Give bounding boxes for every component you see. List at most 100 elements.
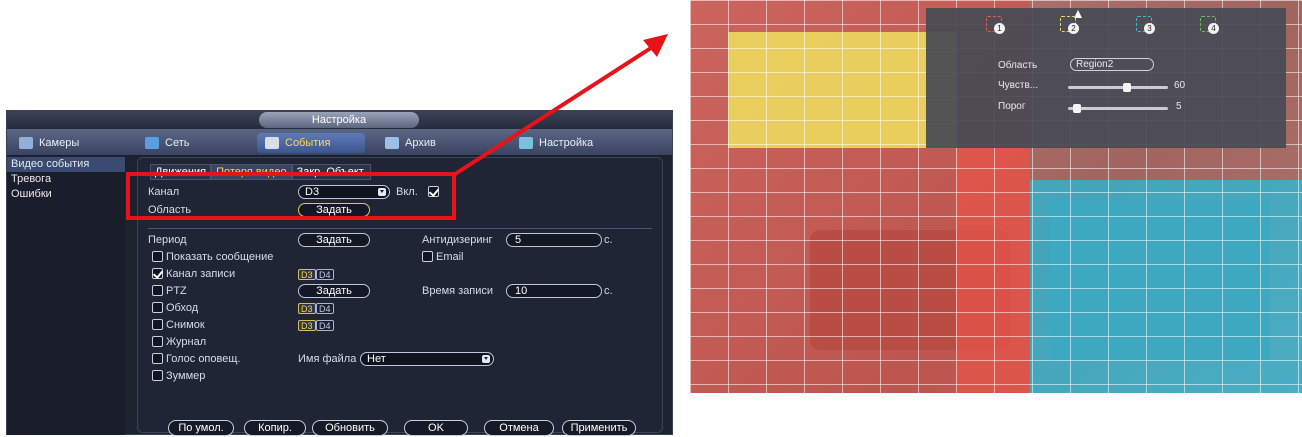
region-label: Область xyxy=(998,60,1038,71)
nav-cameras[interactable]: Камеры xyxy=(11,133,87,153)
show-message-option[interactable]: Показать сообщение xyxy=(152,251,273,264)
log-option[interactable]: Журнал xyxy=(152,336,206,349)
snapshot-option[interactable]: Снимок xyxy=(152,319,205,332)
tab-motion[interactable]: Движения xyxy=(150,164,212,180)
events-icon xyxy=(265,137,279,149)
sensitivity-slider[interactable] xyxy=(1068,83,1168,92)
threshold-knob[interactable] xyxy=(1072,104,1081,113)
ptz-checkbox[interactable] xyxy=(152,285,163,296)
record-channel-d4[interactable]: D4 xyxy=(316,269,334,280)
channel-label: Канал xyxy=(148,186,180,198)
region-number: 4 xyxy=(1208,23,1219,34)
anti-dither-label: Антидизеринг xyxy=(422,234,493,246)
channel-select[interactable]: D3 xyxy=(298,185,390,199)
buzzer-option[interactable]: Зуммер xyxy=(152,370,205,383)
nav-settings[interactable]: Настройка xyxy=(511,133,601,153)
file-name-value: Нет xyxy=(367,353,386,365)
apply-button[interactable]: Применить xyxy=(562,420,636,436)
ptz-option[interactable]: PTZ xyxy=(152,285,187,298)
screenshot-stage: Настройка Камеры Сеть События Архив Наст… xyxy=(0,0,1302,437)
ptz-label: PTZ xyxy=(166,285,187,297)
ok-button[interactable]: OK xyxy=(404,420,468,436)
sensitivity-label: Чувств... xyxy=(998,80,1039,91)
camera-view: 1 2 3 4 Область Region2 Чувств... 60 Пор… xyxy=(690,0,1302,393)
nav-network[interactable]: Сеть xyxy=(137,133,197,153)
region-select[interactable]: Region2 xyxy=(1070,58,1154,71)
sidebar: Видео события Тревога Ошибки xyxy=(7,157,125,435)
record-channel-d3[interactable]: D3 xyxy=(298,269,316,280)
camera-icon xyxy=(19,137,33,149)
show-message-label: Показать сообщение xyxy=(166,251,274,263)
chevron-down-icon xyxy=(482,355,490,363)
snapshot-channel-d3[interactable]: D3 xyxy=(298,320,316,331)
cancel-button[interactable]: Отмена xyxy=(484,420,554,436)
tour-option[interactable]: Обход xyxy=(152,302,198,315)
period-label: Период xyxy=(148,234,187,246)
enable-checkbox[interactable] xyxy=(428,186,439,197)
email-label: Email xyxy=(436,251,464,263)
record-time-input[interactable]: 10 xyxy=(506,284,602,298)
record-channel-label: Канал записи xyxy=(166,268,236,280)
region-1-icon[interactable]: 1 xyxy=(986,16,1005,34)
copy-button[interactable]: Копир. xyxy=(244,420,306,436)
log-label: Журнал xyxy=(166,336,207,348)
snapshot-checkbox[interactable] xyxy=(152,319,163,330)
buzzer-label: Зуммер xyxy=(166,370,206,382)
tour-label: Обход xyxy=(166,302,199,314)
default-button[interactable]: По умол. xyxy=(168,420,234,436)
record-channel-option[interactable]: Канал записи xyxy=(152,268,235,281)
sensitivity-value: 60 xyxy=(1174,80,1186,91)
nav-archive[interactable]: Архив xyxy=(377,133,444,153)
region-3-icon[interactable]: 3 xyxy=(1136,16,1155,34)
nav-label: Архив xyxy=(405,137,436,149)
settings-icon xyxy=(519,137,533,149)
area-label: Область xyxy=(148,204,192,216)
file-name-label: Имя файла xyxy=(298,353,357,365)
record-time-unit: с. xyxy=(604,285,613,297)
region-4-icon[interactable]: 4 xyxy=(1200,16,1219,34)
enable-label: Вкл. xyxy=(396,186,418,198)
record-channel-checkbox[interactable] xyxy=(152,268,163,279)
tab-tampering[interactable]: Закр. Объект. xyxy=(291,164,371,180)
nav-label: События xyxy=(285,137,331,149)
snapshot-label: Снимок xyxy=(166,319,205,331)
network-icon xyxy=(145,137,159,149)
region-number: 2 xyxy=(1068,23,1079,34)
threshold-slider[interactable] xyxy=(1068,104,1168,113)
window-title: Настройка xyxy=(259,112,419,128)
region-2-icon[interactable]: 2 xyxy=(1060,16,1079,34)
archive-icon xyxy=(385,137,399,149)
tab-video-loss[interactable]: Потеря видео xyxy=(211,164,292,180)
email-checkbox[interactable] xyxy=(422,251,433,262)
nav-label: Сеть xyxy=(165,137,190,149)
threshold-label: Порог xyxy=(998,101,1026,112)
buzzer-checkbox[interactable] xyxy=(152,370,163,381)
nav-events[interactable]: События xyxy=(257,133,365,153)
title-bar: Настройка xyxy=(7,111,672,129)
refresh-button[interactable]: Обновить xyxy=(312,420,388,436)
period-set-button[interactable]: Задать xyxy=(298,233,370,247)
tour-checkbox[interactable] xyxy=(152,302,163,313)
region-number: 1 xyxy=(994,23,1005,34)
anti-dither-input[interactable]: 5 xyxy=(506,233,602,247)
show-message-checkbox[interactable] xyxy=(152,251,163,262)
log-checkbox[interactable] xyxy=(152,336,163,347)
sensitivity-knob[interactable] xyxy=(1123,83,1132,92)
sidebar-item-alarm[interactable]: Тревога xyxy=(7,172,125,187)
snapshot-channel-d4[interactable]: D4 xyxy=(316,320,334,331)
ptz-set-button[interactable]: Задать xyxy=(298,284,370,298)
dvr-settings-window: Настройка Камеры Сеть События Архив Наст… xyxy=(6,110,673,436)
voice-option[interactable]: Голос оповещ. xyxy=(152,353,240,366)
sidebar-item-errors[interactable]: Ошибки xyxy=(7,187,125,202)
settings-panel: Движения Потеря видео Закр. Объект. Кана… xyxy=(137,157,663,436)
file-name-select[interactable]: Нет xyxy=(360,352,494,366)
tour-channel-d4[interactable]: D4 xyxy=(316,303,334,314)
voice-checkbox[interactable] xyxy=(152,353,163,364)
nav-label: Камеры xyxy=(39,137,80,149)
record-time-label: Время записи xyxy=(422,285,494,297)
sidebar-item-video-events[interactable]: Видео события xyxy=(7,157,125,172)
arrow-head xyxy=(643,34,668,57)
tour-channel-d3[interactable]: D3 xyxy=(298,303,316,314)
area-set-button[interactable]: Задать xyxy=(298,203,370,217)
email-option[interactable]: Email xyxy=(422,251,464,264)
